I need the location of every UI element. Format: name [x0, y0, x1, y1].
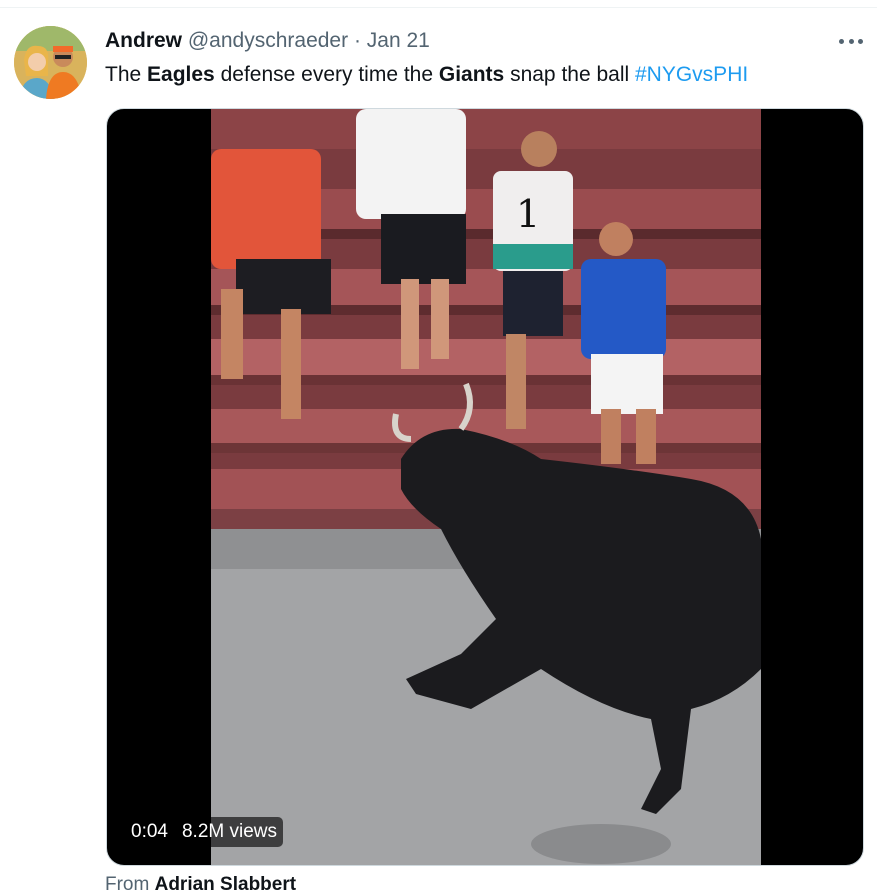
video-duration: 0:04	[131, 821, 168, 842]
author-name[interactable]: Andrew	[105, 29, 182, 52]
tweet-text-part: The	[105, 63, 148, 86]
video-frame: 1	[211, 109, 761, 865]
tweet-text-part: defense every time the	[214, 63, 439, 86]
tweet-date[interactable]: Jan 21	[367, 29, 430, 52]
tweet-header: Andrew @andyschraeder · Jan 21	[105, 28, 430, 54]
video-attribution: From Adrian Slabbert	[105, 874, 296, 896]
user-avatar-icon[interactable]	[14, 26, 87, 99]
video-player[interactable]: 1 0:04 8.2M views	[106, 108, 864, 866]
tweet-text-part: snap the ball	[504, 63, 635, 86]
hashtag-link[interactable]: #NYGvsPHI	[635, 63, 748, 86]
video-stats-overlay: 0:04 8.2M views	[125, 817, 284, 847]
more-horizontal-icon[interactable]	[839, 32, 863, 50]
separator-dot: ·	[353, 29, 361, 52]
tweet-text: The Eagles defense every time the Giants…	[105, 62, 748, 88]
team-name-eagles: Eagles	[147, 63, 215, 86]
attribution-source-link[interactable]: Adrian Slabbert	[155, 874, 296, 895]
attribution-prefix: From	[105, 874, 155, 895]
svg-text:1: 1	[516, 192, 540, 236]
author-handle[interactable]: @andyschraeder	[188, 29, 348, 52]
tweet-card[interactable]: Andrew @andyschraeder · Jan 21 The Eagle…	[0, 8, 877, 895]
team-name-giants: Giants	[438, 63, 505, 86]
video-view-count: 8.2M views	[181, 821, 278, 842]
